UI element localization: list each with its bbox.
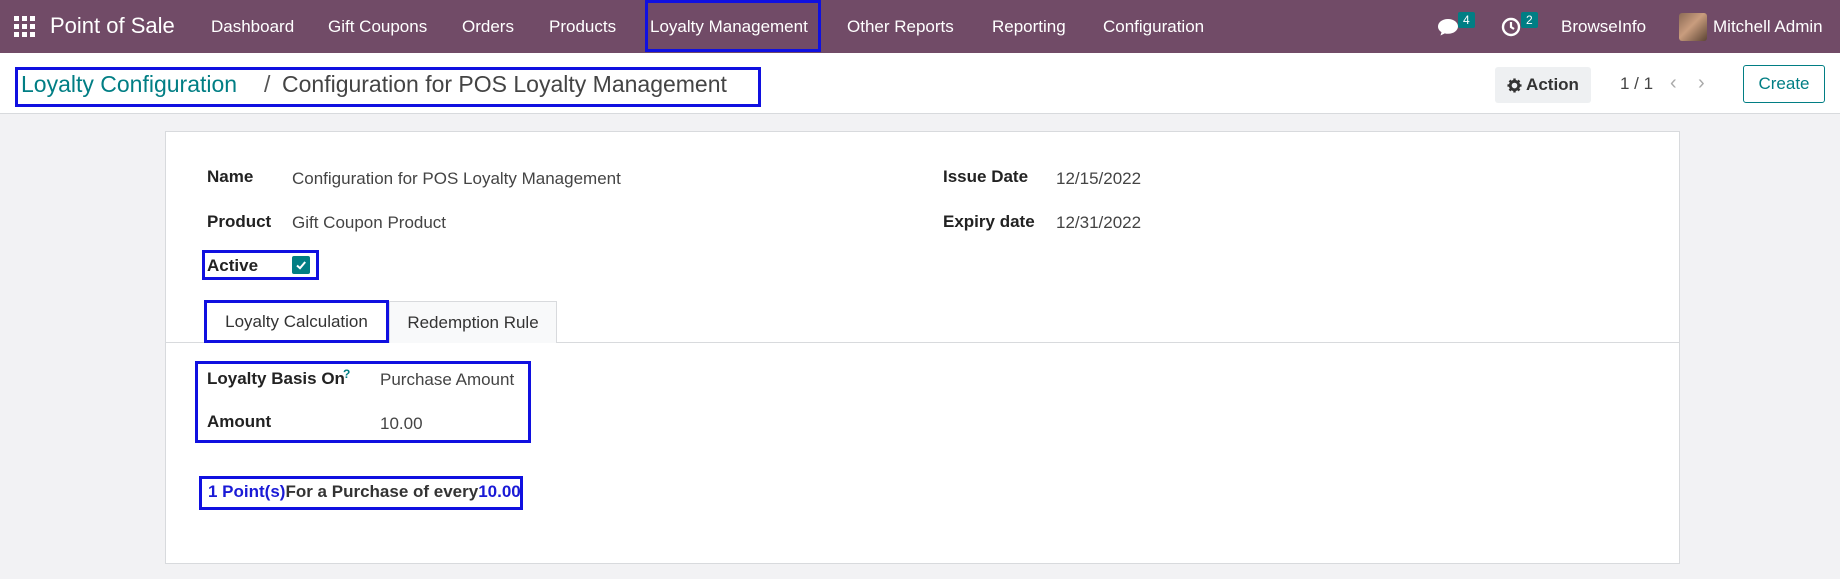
highlight-box bbox=[204, 300, 389, 343]
issue-date-label: Issue Date bbox=[943, 167, 1029, 186]
basis-label: Loyalty Basis On bbox=[207, 369, 345, 388]
action-button[interactable]: Action bbox=[1495, 67, 1591, 103]
expiry-date-label: Expiry date bbox=[943, 212, 1035, 231]
menu-reporting[interactable]: Reporting bbox=[992, 17, 1066, 37]
summary-points: 1 Point(s) bbox=[208, 482, 286, 501]
basis-field[interactable]: Purchase Amount bbox=[380, 370, 514, 390]
menu-other-reports[interactable]: Other Reports bbox=[847, 17, 954, 37]
menu-loyalty-management[interactable]: Loyalty Management bbox=[650, 17, 808, 37]
pager-next-icon[interactable]: › bbox=[1698, 72, 1705, 95]
product-field[interactable]: Gift Coupon Product bbox=[292, 213, 446, 233]
breadcrumb-parent[interactable]: Loyalty Configuration bbox=[21, 71, 237, 98]
messages-count-badge: 4 bbox=[1458, 12, 1475, 28]
activity-clock-icon[interactable] bbox=[1501, 17, 1521, 37]
gear-icon bbox=[1507, 77, 1522, 93]
messages-icon[interactable] bbox=[1437, 17, 1459, 37]
company-switcher[interactable]: BrowseInfo bbox=[1561, 0, 1646, 53]
breadcrumb-separator: / bbox=[264, 71, 271, 97]
pager-value[interactable]: 1 / 1 bbox=[1620, 74, 1653, 94]
issue-date-field[interactable]: 12/15/2022 bbox=[1056, 169, 1141, 189]
user-avatar[interactable] bbox=[1679, 13, 1707, 41]
menu-dashboard[interactable]: Dashboard bbox=[211, 17, 294, 37]
active-checkbox[interactable] bbox=[292, 256, 310, 274]
user-menu[interactable]: Mitchell Admin bbox=[1713, 0, 1823, 53]
activities-count-badge: 2 bbox=[1521, 12, 1538, 28]
summary-text: For a Purchase of every bbox=[285, 482, 479, 501]
menu-gift-coupons[interactable]: Gift Coupons bbox=[328, 17, 427, 37]
pager-prev-icon[interactable]: ‹ bbox=[1670, 72, 1677, 95]
name-label: Name bbox=[207, 167, 254, 186]
create-button[interactable]: Create bbox=[1743, 65, 1825, 103]
loyalty-summary: 1 Point(s)For a Purchase of every10.00 bbox=[208, 482, 521, 502]
summary-amount: 10.00 bbox=[478, 482, 521, 501]
help-tooltip-icon[interactable]: ? bbox=[343, 367, 350, 381]
product-label: Product bbox=[207, 212, 272, 231]
menu-configuration[interactable]: Configuration bbox=[1103, 17, 1204, 37]
expiry-date-field[interactable]: 12/31/2022 bbox=[1056, 213, 1141, 233]
breadcrumb-current: Configuration for POS Loyalty Management bbox=[282, 71, 727, 97]
app-brand[interactable]: Point of Sale bbox=[50, 13, 175, 39]
action-label: Action bbox=[1526, 75, 1579, 94]
amount-field[interactable]: 10.00 bbox=[380, 414, 423, 434]
tab-redemption-rule[interactable]: Redemption Rule bbox=[389, 301, 557, 343]
menu-products[interactable]: Products bbox=[549, 17, 616, 37]
apps-menu-icon[interactable] bbox=[14, 16, 35, 37]
amount-label: Amount bbox=[207, 412, 272, 431]
top-navbar: Point of Sale Dashboard Gift Coupons Ord… bbox=[0, 0, 1840, 53]
name-field[interactable]: Configuration for POS Loyalty Management bbox=[292, 169, 621, 189]
active-label: Active bbox=[207, 256, 259, 275]
menu-orders[interactable]: Orders bbox=[462, 17, 514, 37]
check-icon bbox=[296, 261, 306, 270]
